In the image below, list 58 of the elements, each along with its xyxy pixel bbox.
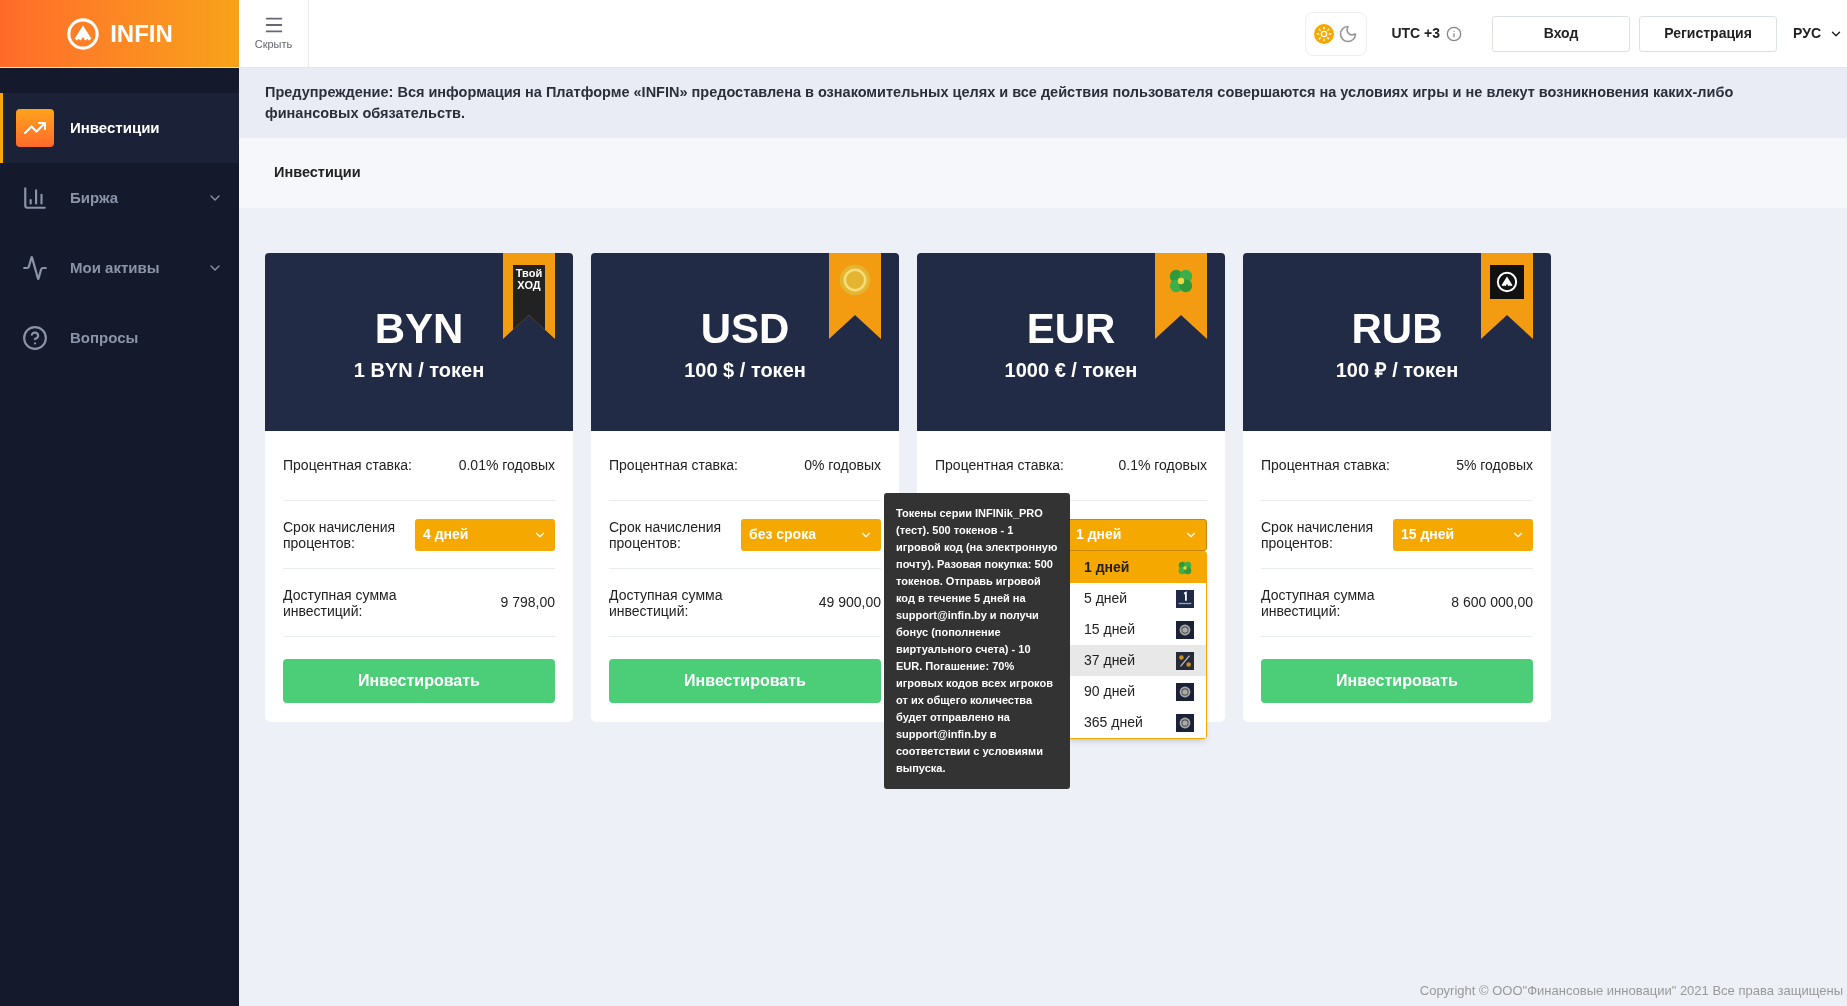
sidebar-item[interactable]: Инвестиции: [0, 93, 239, 163]
term-option[interactable]: 1 дней: [1068, 552, 1206, 583]
coin-icon: [1176, 713, 1194, 732]
trend-up-icon: [16, 109, 54, 147]
currency-title: EUR: [1026, 305, 1116, 353]
rate-value: 0.1% годовых: [1118, 456, 1207, 475]
token-price: 100 ₽ / токен: [1335, 358, 1459, 383]
logo-text: INFIN: [110, 18, 173, 49]
logo-icon: [66, 16, 101, 51]
hide-sidebar-button[interactable]: Скрыть: [239, 0, 309, 67]
register-button[interactable]: Регистрация: [1639, 15, 1777, 52]
coin-icon: [1176, 620, 1194, 639]
tile-icon: [1176, 589, 1194, 608]
theme-toggle[interactable]: [1305, 11, 1368, 56]
moon-icon: [1338, 23, 1359, 44]
sum-value: 49 900,00: [818, 593, 881, 612]
token-price: 1 BYN / токен: [353, 358, 485, 383]
term-label: Срок начисления процентов:: [609, 518, 723, 551]
rate-label: Процентная ставка:: [1261, 456, 1390, 475]
help-icon: [22, 325, 48, 351]
sum-label: Доступная сумма инвестиций:: [1261, 586, 1376, 619]
login-button[interactable]: Вход: [1492, 15, 1630, 52]
token-price: 100 $ / токен: [684, 358, 806, 383]
bar-chart-icon: [22, 185, 48, 211]
breadcrumb: Инвестиции: [274, 163, 361, 183]
pulse-icon: [22, 255, 48, 281]
sun-icon: [1314, 23, 1335, 44]
percent-icon: [1176, 651, 1194, 670]
sum-label: Доступная сумма инвестиций:: [609, 586, 724, 619]
rate-label: Процентная ставка:: [935, 456, 1064, 475]
term-label: Срок начисления процентов:: [283, 518, 397, 551]
rate-value: 0% годовых: [804, 456, 881, 475]
term-option[interactable]: 37 дней: [1068, 645, 1206, 676]
token-price: 1000 € / токен: [1004, 358, 1138, 383]
currency-title: BYN: [374, 305, 464, 353]
warning-banner: Предупреждение: Вся информация на Платформе «INFIN» предоставлена в ознакомительных целях и все действия пользователя совершаются на условиях игры и не влекут возникновения каких-либо финансовых обязательств.: [239, 68, 1847, 138]
sum-value: 8 600 000,00: [1451, 593, 1533, 612]
language-select[interactable]: РУС: [1793, 23, 1843, 44]
rate-label: Процентная ставка:: [283, 456, 412, 475]
rate-value: 5% годовых: [1456, 456, 1533, 475]
sidebar-item[interactable]: Мои активы: [0, 233, 239, 303]
info-icon: [1446, 25, 1462, 42]
term-option[interactable]: 365 дней: [1068, 707, 1206, 738]
sidebar-item[interactable]: Биржа: [0, 163, 239, 233]
sidebar-item[interactable]: Вопросы: [0, 303, 239, 373]
copyright-text: Copyright © ООО"Финансовые инновации" 2021 Все права защищены: [1419, 981, 1843, 1000]
tooltip: Токены серии INFINik_PRO (тест). 500 токенов - 1 игровой код (на электронную почту). Разовая покупка: 500 токенов. Отправь игровой код в течение 5 дней на support@infin.by и получи бонус (пополнение виртуального счета) - 10 EUR. Погашение: 70% игровых кодов всех игроков от их общего количества будет отправлено на support@infin.by в соответствии с условиями выпуска.: [884, 493, 1070, 789]
term-label: Срок начисления процентов:: [1261, 518, 1375, 551]
sum-label: Доступная сумма инвестиций:: [283, 586, 398, 619]
coin-icon: [838, 263, 872, 297]
currency-title: USD: [700, 305, 790, 353]
logo-icon: [1496, 271, 1518, 293]
currency-title: RUB: [1351, 305, 1443, 353]
rate-label: Процентная ставка:: [609, 456, 738, 475]
coin-icon: [1176, 682, 1194, 701]
timezone-label: UTC +3: [1391, 24, 1440, 43]
rate-value: 0.01% годовых: [458, 456, 555, 475]
sum-value: 9 798,00: [500, 593, 555, 612]
